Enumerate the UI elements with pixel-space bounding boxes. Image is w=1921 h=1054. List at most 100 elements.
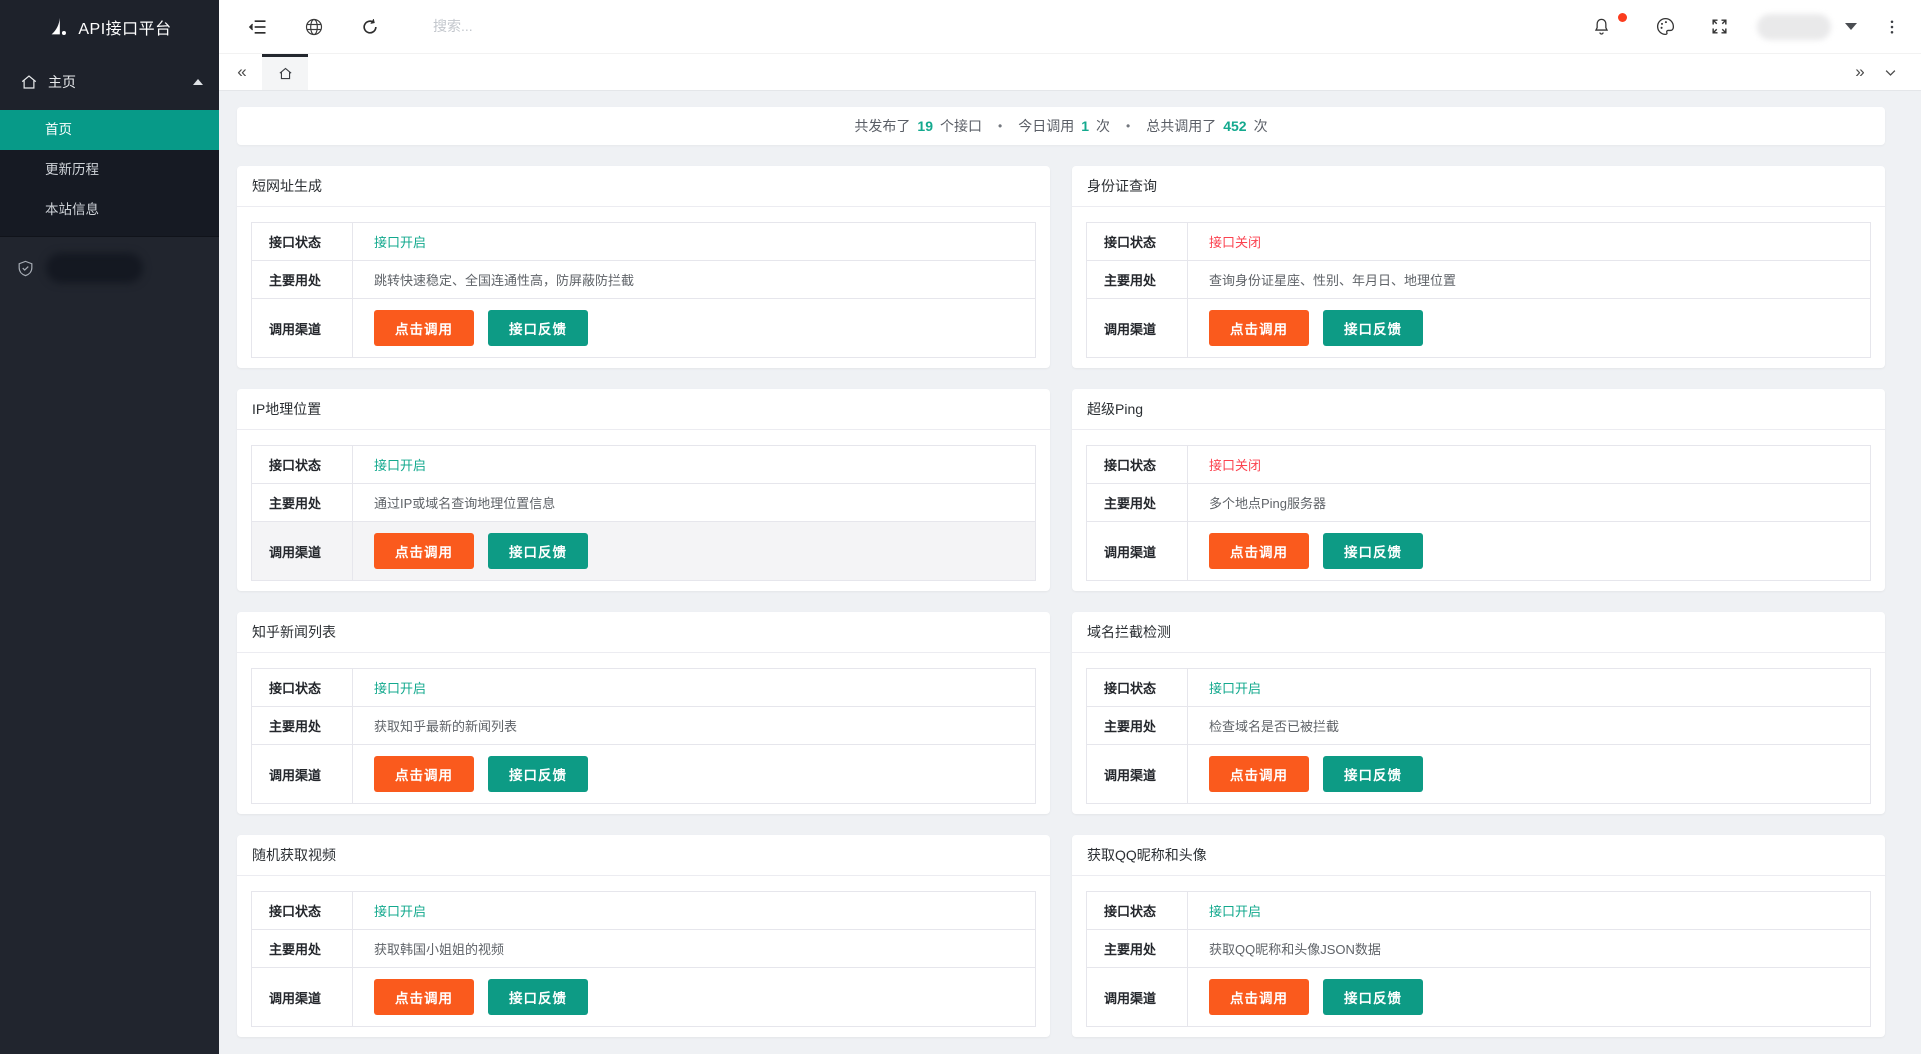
channel-label: 调用渠道 — [1087, 522, 1188, 580]
api-feedback-button[interactable]: 接口反馈 — [488, 533, 588, 569]
table-row-usage: 主要用处 多个地点Ping服务器 — [1087, 484, 1870, 522]
api-card: 超级Ping 接口状态 接口关闭 主要用处 多个地点Ping服务器 调用渠道 点… — [1072, 389, 1885, 591]
table-row-channel: 调用渠道 点击调用 接口反馈 — [1087, 522, 1870, 580]
palette-icon[interactable] — [1653, 15, 1677, 39]
table-row-usage: 主要用处 获取知乎最新的新闻列表 — [252, 707, 1035, 745]
table-row-usage: 主要用处 跳转快速稳定、全国连通性高，防屏蔽防拦截 — [252, 261, 1035, 299]
shield-check-icon — [16, 259, 35, 278]
api-card-body: 接口状态 接口开启 主要用处 获取韩国小姐姐的视频 调用渠道 点击调用 接口反馈 — [237, 876, 1050, 1027]
usage-label: 主要用处 — [1087, 930, 1188, 967]
status-label: 接口状态 — [252, 446, 353, 483]
channel-label: 调用渠道 — [1087, 968, 1188, 1026]
today-count: 1 — [1081, 118, 1089, 134]
sidebar-user-row[interactable] — [0, 237, 219, 283]
sidebar-item-index[interactable]: 首页 — [0, 110, 219, 150]
status-value: 接口开启 — [374, 904, 427, 919]
stats-text: 次 — [1253, 118, 1268, 134]
status-label: 接口状态 — [252, 223, 353, 260]
globe-icon[interactable] — [303, 16, 325, 38]
api-card: IP地理位置 接口状态 接口开启 主要用处 通过IP或域名查询地理位置信息 调用… — [237, 389, 1050, 591]
status-value: 接口开启 — [374, 235, 427, 250]
api-card-title: 获取QQ昵称和头像 — [1072, 835, 1885, 876]
table-row-status: 接口状态 接口开启 — [252, 892, 1035, 930]
status-label: 接口状态 — [252, 892, 353, 929]
usage-label: 主要用处 — [1087, 261, 1188, 298]
status-label: 接口状态 — [1087, 446, 1188, 483]
api-card-body: 接口状态 接口开启 主要用处 通过IP或域名查询地理位置信息 调用渠道 点击调用… — [237, 430, 1050, 581]
api-feedback-button[interactable]: 接口反馈 — [1323, 756, 1423, 792]
stats-text: 共发布了 — [854, 118, 911, 134]
api-card-title: 知乎新闻列表 — [237, 612, 1050, 653]
menu-fold-icon[interactable] — [247, 16, 269, 38]
tabs-scroll-right-button[interactable]: » — [1845, 54, 1875, 90]
status-value: 接口开启 — [374, 458, 427, 473]
sail-logo-icon — [47, 16, 69, 38]
api-feedback-button[interactable]: 接口反馈 — [488, 310, 588, 346]
refresh-icon[interactable] — [359, 16, 381, 38]
api-feedback-button[interactable]: 接口反馈 — [1323, 310, 1423, 346]
status-label: 接口状态 — [1087, 223, 1188, 260]
sidebar-item-siteinfo[interactable]: 本站信息 — [0, 190, 219, 230]
table-row-channel: 调用渠道 点击调用 接口反馈 — [1087, 968, 1870, 1026]
sidebar: API接口平台 主页 首页 更新历程 本站信息 — [0, 0, 219, 1054]
bell-icon[interactable] — [1589, 12, 1627, 39]
api-card-title: 随机获取视频 — [237, 835, 1050, 876]
call-api-button[interactable]: 点击调用 — [1209, 979, 1309, 1015]
tabs-scroll-left-button[interactable]: « — [229, 54, 255, 90]
usage-value: 获取韩国小姐姐的视频 — [374, 942, 505, 957]
call-api-button[interactable]: 点击调用 — [1209, 533, 1309, 569]
api-info-table: 接口状态 接口开启 主要用处 跳转快速稳定、全国连通性高，防屏蔽防拦截 调用渠道… — [251, 222, 1036, 358]
kebab-menu-icon[interactable] — [1883, 18, 1901, 36]
table-row-status: 接口状态 接口关闭 — [1087, 223, 1870, 261]
chevron-up-icon — [193, 79, 203, 85]
search-input[interactable] — [433, 17, 753, 34]
api-info-table: 接口状态 接口开启 主要用处 获取知乎最新的新闻列表 调用渠道 点击调用 接口反… — [251, 668, 1036, 804]
caret-down-icon[interactable] — [1845, 23, 1857, 30]
usage-value: 多个地点Ping服务器 — [1209, 496, 1327, 511]
api-card-title: 超级Ping — [1072, 389, 1885, 430]
avatar[interactable] — [1757, 13, 1831, 40]
table-row-channel: 调用渠道 点击调用 接口反馈 — [252, 299, 1035, 357]
sidebar-item-main[interactable]: 主页 — [0, 54, 219, 110]
sidebar-item-changelog[interactable]: 更新历程 — [0, 150, 219, 190]
total-count: 452 — [1223, 118, 1247, 134]
main-area: « » 共发布了 19 个接口 • 今日调用 1 — [219, 0, 1921, 1054]
api-card: 随机获取视频 接口状态 接口开启 主要用处 获取韩国小姐姐的视频 调用渠道 点击… — [237, 835, 1050, 1037]
table-row-channel: 调用渠道 点击调用 接口反馈 — [252, 745, 1035, 803]
home-tab-icon — [278, 66, 293, 81]
notification-dot — [1618, 12, 1627, 22]
tabs-dropdown-button[interactable] — [1875, 54, 1905, 90]
table-row-channel: 调用渠道 点击调用 接口反馈 — [1087, 299, 1870, 357]
api-feedback-button[interactable]: 接口反馈 — [488, 756, 588, 792]
status-value: 接口开启 — [1209, 904, 1262, 919]
status-value: 接口开启 — [374, 681, 427, 696]
call-api-button[interactable]: 点击调用 — [1209, 756, 1309, 792]
usage-label: 主要用处 — [252, 707, 353, 744]
channel-label: 调用渠道 — [1087, 299, 1188, 357]
stats-bar: 共发布了 19 个接口 • 今日调用 1 次 • 总共调用了 452 次 — [237, 107, 1885, 145]
call-api-button[interactable]: 点击调用 — [374, 310, 474, 346]
api-feedback-button[interactable]: 接口反馈 — [1323, 533, 1423, 569]
search-area — [433, 17, 1559, 36]
call-api-button[interactable]: 点击调用 — [374, 533, 474, 569]
api-card-body: 接口状态 接口关闭 主要用处 多个地点Ping服务器 调用渠道 点击调用 接口反… — [1072, 430, 1885, 581]
sidebar-lower-panel — [0, 236, 219, 1054]
status-value: 接口开启 — [1209, 681, 1262, 696]
stats-text: 总共调用了 — [1146, 118, 1217, 134]
call-api-button[interactable]: 点击调用 — [374, 979, 474, 1015]
tab-home[interactable] — [262, 54, 308, 90]
status-label: 接口状态 — [1087, 892, 1188, 929]
fullscreen-icon[interactable] — [1707, 15, 1731, 39]
usage-value: 跳转快速稳定、全国连通性高，防屏蔽防拦截 — [374, 273, 635, 288]
sidebar-item-label: 主页 — [48, 74, 76, 90]
status-label: 接口状态 — [252, 669, 353, 706]
page-content: 共发布了 19 个接口 • 今日调用 1 次 • 总共调用了 452 次 短网址… — [219, 91, 1921, 1054]
call-api-button[interactable]: 点击调用 — [374, 756, 474, 792]
usage-value: 通过IP或域名查询地理位置信息 — [374, 496, 556, 511]
usage-label: 主要用处 — [1087, 707, 1188, 744]
api-feedback-button[interactable]: 接口反馈 — [1323, 979, 1423, 1015]
stats-text: 今日调用 — [1018, 118, 1075, 134]
api-feedback-button[interactable]: 接口反馈 — [488, 979, 588, 1015]
call-api-button[interactable]: 点击调用 — [1209, 310, 1309, 346]
tab-spacer — [308, 54, 1845, 90]
